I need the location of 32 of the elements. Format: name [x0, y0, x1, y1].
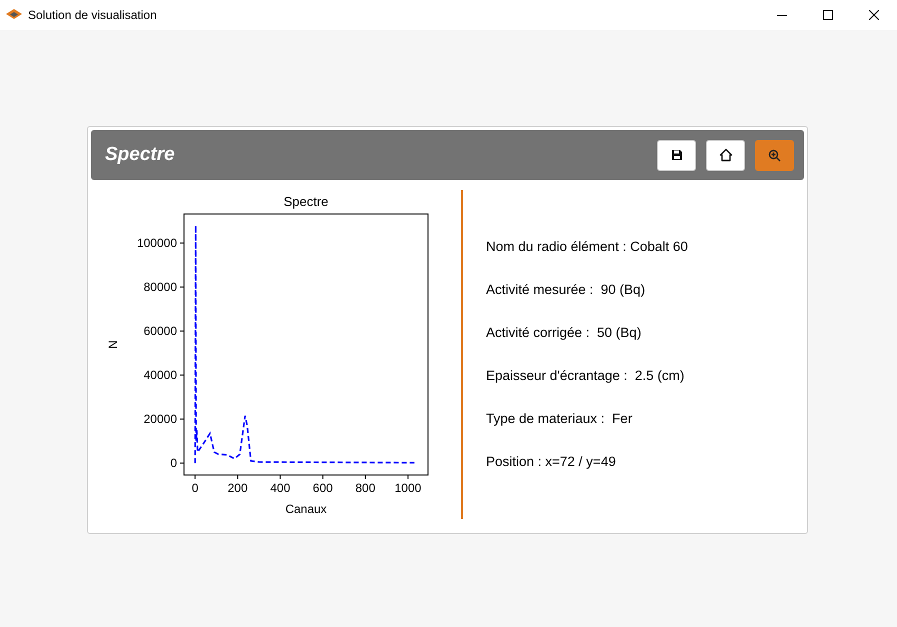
info-text: Nom du radio élément : Cobalt 60 [486, 238, 688, 256]
x-tick-label: 400 [270, 481, 290, 495]
chart-title: Spectre [284, 194, 328, 209]
window-title: Solution de visualisation [28, 8, 157, 22]
maximize-icon[interactable] [823, 10, 833, 20]
save-icon [670, 149, 682, 161]
y-tick-label: 20000 [144, 412, 177, 426]
info-text: Activité corrigée : 50 (Bq) [486, 324, 642, 342]
save-button[interactable] [657, 140, 696, 170]
close-icon[interactable] [869, 10, 879, 20]
y-tick-label: 40000 [144, 368, 177, 382]
home-button[interactable] [706, 140, 745, 170]
zoom-in-icon [768, 148, 781, 162]
zoom-button[interactable] [755, 140, 794, 170]
app-icon [6, 9, 22, 21]
home-icon [718, 148, 732, 162]
x-tick-label: 1000 [394, 481, 422, 495]
y-tick-label: 80000 [144, 280, 177, 294]
panel-title: Spectre [105, 144, 175, 166]
x-tick-label: 0 [192, 481, 198, 495]
x-tick-label: 800 [355, 481, 376, 495]
info-text: Position : x=72 / y=49 [486, 453, 617, 471]
x-axis-label: Canaux [285, 502, 327, 516]
info-text: Activité mesurée : 90 (Bq) [486, 281, 646, 299]
y-axis-label: N [106, 340, 120, 349]
x-tick-label: 600 [312, 481, 333, 495]
y-tick-label: 100000 [136, 236, 177, 250]
y-tick-label: 0 [170, 456, 177, 470]
x-tick-label: 200 [228, 481, 248, 495]
info-text: Type de materiaux : Fer [486, 410, 634, 428]
info-text: Epaisseur d'écrantage : 2.5 (cm) [486, 367, 686, 385]
y-tick-label: 60000 [144, 324, 177, 338]
